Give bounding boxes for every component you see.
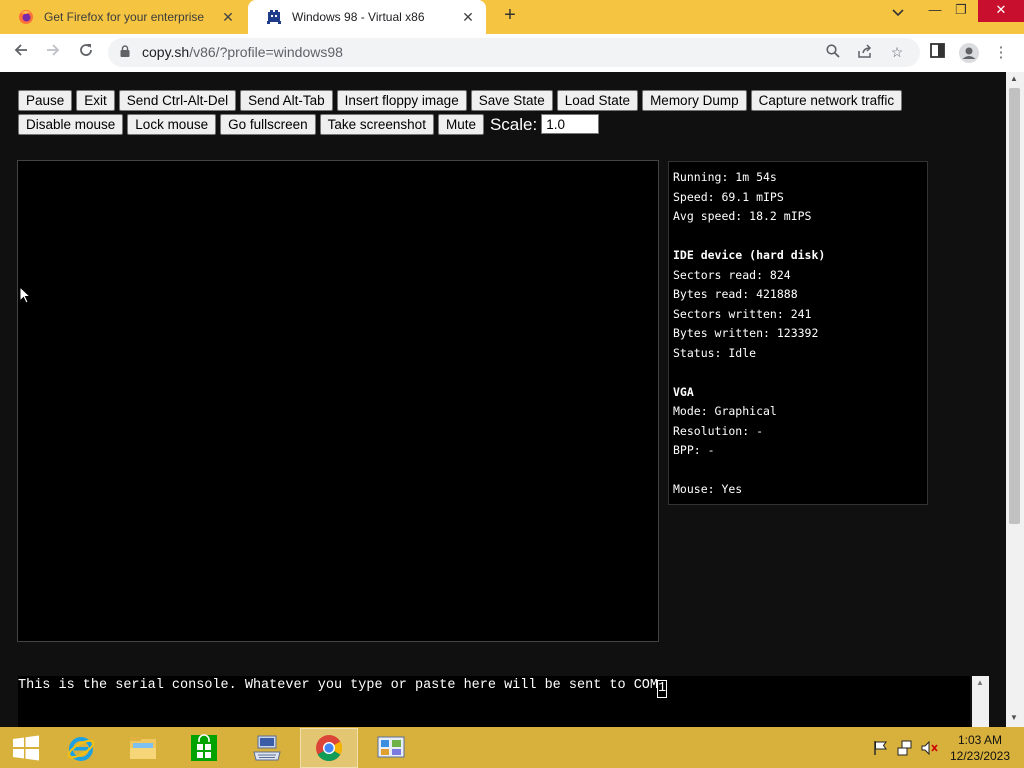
network-icon[interactable] — [897, 740, 915, 756]
close-icon[interactable]: ✕ — [460, 9, 476, 26]
forward-button[interactable] — [42, 42, 64, 64]
send-alt-tab-button[interactable]: Send Alt-Tab — [240, 90, 333, 111]
scale-input[interactable] — [541, 114, 600, 134]
save-state-button[interactable]: Save State — [470, 90, 553, 111]
store-icon — [191, 734, 217, 761]
restore-button[interactable]: ❐ — [946, 0, 976, 22]
start-icon — [13, 735, 39, 761]
serial-console-text: This is the serial console. Whatever you… — [18, 678, 659, 693]
url-path: /v86/?profile=windows98 — [189, 44, 343, 60]
back-button[interactable] — [10, 42, 32, 64]
taskbar-file-explorer[interactable] — [114, 728, 172, 768]
tab-windows98[interactable]: Windows 98 - Virtual x86 ✕ — [248, 0, 486, 34]
lock-icon — [120, 45, 130, 57]
keyboard-app-icon — [253, 735, 281, 761]
clock-date: 12/23/2023 — [949, 749, 1011, 763]
ide-header: IDE device (hard disk) — [673, 248, 826, 262]
stat-bytes-read: Bytes read: 421888 — [673, 287, 798, 301]
disable-mouse-button[interactable]: Disable mouse — [18, 114, 124, 135]
mouse-pointer-icon — [19, 286, 31, 304]
tab-firefox-enterprise[interactable]: Get Firefox for your enterprise w ✕ — [0, 0, 246, 34]
stat-avg-speed: Avg speed: 18.2 mIPS — [673, 209, 812, 223]
internet-explorer-icon — [67, 737, 95, 761]
close-window-button[interactable]: ✕ — [978, 0, 1024, 22]
action-center-flag-icon[interactable] — [872, 740, 890, 756]
share-icon[interactable] — [856, 44, 874, 62]
v86-page: Pause Exit Send Ctrl-Alt-Del Send Alt-Tab In… — [0, 72, 1006, 727]
new-tab-button[interactable]: + — [498, 4, 522, 27]
side-panel-icon[interactable] — [926, 43, 948, 63]
stat-mouse: Mouse: Yes — [673, 482, 743, 496]
stat-status: Status: Idle — [673, 345, 757, 360]
emulator-controls: Pause Exit Send Ctrl-Alt-Del Send Alt-Tab In… — [18, 90, 978, 138]
stat-sectors-read: Sectors read: 824 — [673, 267, 791, 282]
insert-floppy-button[interactable]: Insert floppy image — [336, 90, 467, 111]
taskbar-chrome[interactable] — [300, 728, 358, 768]
start-button[interactable] — [0, 728, 58, 768]
browser-toolbar: copy.sh/v86/?profile=windows98 ☆ ⋮ — [0, 34, 1024, 73]
taskbar-keyboard-app[interactable] — [238, 728, 296, 768]
lock-mouse-button[interactable]: Lock mouse — [127, 114, 217, 135]
url-text: copy.sh/v86/?profile=windows98 — [142, 44, 343, 60]
scrollbar-thumb[interactable] — [1009, 88, 1020, 524]
file-explorer-icon — [130, 737, 156, 759]
go-fullscreen-button[interactable]: Go fullscreen — [220, 114, 316, 135]
stat-mode: Mode: Graphical — [673, 404, 777, 418]
scroll-down-icon[interactable]: ▼ — [1010, 713, 1018, 722]
close-icon[interactable]: ✕ — [220, 9, 236, 26]
chevron-down-icon[interactable] — [892, 8, 904, 20]
runtime-stats-panel: Running: 1m 54s Speed: 69.1 mIPS Avg spe… — [668, 161, 928, 505]
control-panel-icon — [377, 736, 405, 758]
system-clock[interactable]: 1:03 AM 12/23/2023 — [940, 732, 1020, 764]
memory-dump-button[interactable]: Memory Dump — [642, 90, 747, 111]
bookmark-star-icon[interactable]: ☆ — [888, 44, 906, 62]
clock-time: 1:03 AM — [957, 733, 1003, 747]
scale-label: Scale: — [489, 115, 538, 134]
zoom-search-icon[interactable] — [824, 44, 842, 62]
scroll-up-icon[interactable]: ▲ — [976, 678, 984, 687]
serial-console[interactable]: This is the serial console. Whatever you… — [18, 676, 970, 727]
page-scrollbar[interactable]: ▲ ▼ — [1006, 72, 1024, 727]
vga-header: VGA — [673, 384, 694, 399]
firefox-icon — [19, 10, 33, 24]
take-screenshot-button[interactable]: Take screenshot — [319, 114, 434, 135]
taskbar-control-panel[interactable] — [362, 728, 420, 768]
tab-title: Get Firefox for your enterprise w — [44, 10, 204, 24]
pause-button[interactable]: Pause — [18, 90, 73, 111]
v86-icon — [267, 10, 281, 24]
stat-sectors-written: Sectors written: 241 — [673, 306, 812, 321]
mute-button[interactable]: Mute — [437, 114, 484, 135]
text-caret: 1 — [657, 680, 668, 698]
stat-resolution: Resolution: - — [673, 423, 764, 438]
tab-strip: Get Firefox for your enterprise w ✕ Wind… — [0, 0, 1024, 34]
taskbar-store[interactable] — [176, 728, 234, 768]
stat-running: Running: 1m 54s — [673, 170, 777, 184]
exit-button[interactable]: Exit — [76, 90, 115, 111]
emulator-screen[interactable] — [17, 160, 659, 642]
capture-network-button[interactable]: Capture network traffic — [750, 90, 903, 111]
load-state-button[interactable]: Load State — [556, 90, 639, 111]
address-bar[interactable]: copy.sh/v86/?profile=windows98 ☆ — [108, 38, 920, 67]
stat-speed: Speed: 69.1 mIPS — [673, 189, 784, 204]
serial-console-scrollbar[interactable]: ▲ — [972, 676, 989, 727]
stat-bpp: BPP: - — [673, 443, 715, 457]
url-host: copy.sh — [142, 44, 190, 60]
menu-kebab-icon[interactable]: ⋮ — [990, 43, 1012, 63]
send-ctrl-alt-del-button[interactable]: Send Ctrl-Alt-Del — [118, 90, 237, 111]
serial-last-char: 1 — [658, 681, 667, 696]
profile-avatar-icon[interactable] — [958, 43, 980, 63]
taskbar-internet-explorer[interactable] — [52, 728, 110, 768]
scroll-up-icon[interactable]: ▲ — [1010, 74, 1018, 83]
chrome-icon — [316, 735, 343, 762]
tab-title: Windows 98 - Virtual x86 — [292, 10, 425, 24]
reload-button[interactable] — [75, 42, 97, 64]
windows-taskbar: 1:03 AM 12/23/2023 — [0, 727, 1024, 768]
volume-muted-icon[interactable] — [921, 740, 939, 756]
stat-bytes-written: Bytes written: 123392 — [673, 326, 819, 340]
